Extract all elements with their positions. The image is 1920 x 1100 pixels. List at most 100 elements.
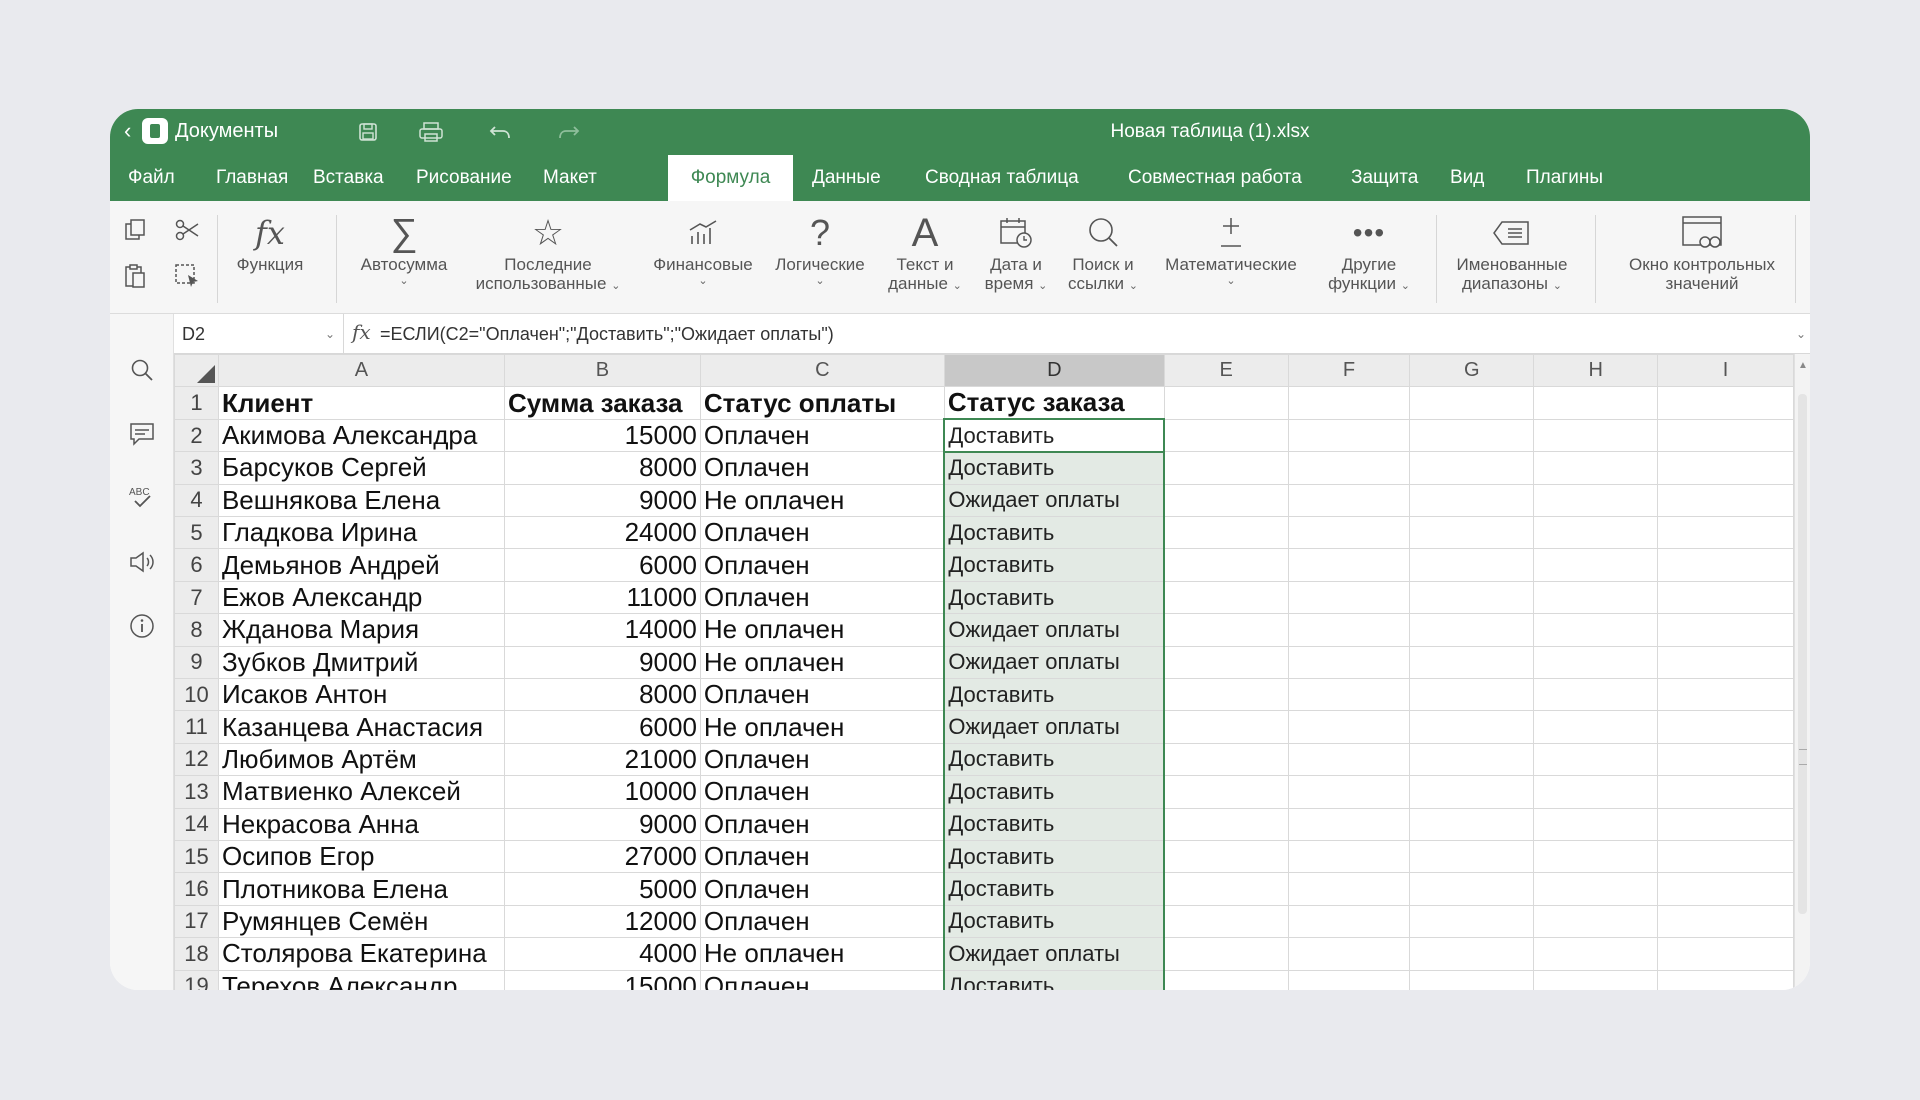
function-button[interactable]: fx Функция xyxy=(237,211,304,274)
row-header[interactable]: 1 xyxy=(174,386,219,420)
cell[interactable]: Доставить xyxy=(943,580,1166,615)
cell[interactable] xyxy=(1163,775,1289,809)
cell[interactable] xyxy=(1657,516,1794,550)
cell[interactable]: Доставить xyxy=(943,872,1166,906)
cell[interactable] xyxy=(1533,937,1659,971)
datetime-button[interactable]: Дата и время ⌄ xyxy=(976,211,1056,296)
cell[interactable] xyxy=(1287,904,1411,939)
chevron-left-icon[interactable]: ‹ xyxy=(124,120,131,142)
cell[interactable] xyxy=(1533,418,1659,453)
cell[interactable] xyxy=(1409,580,1535,615)
cell[interactable] xyxy=(1163,580,1289,615)
documents-link[interactable]: Документы xyxy=(175,120,278,143)
column-header[interactable]: A xyxy=(217,354,505,388)
watch-window-button[interactable]: Окно контрольных значений xyxy=(1612,211,1792,293)
cell[interactable] xyxy=(1163,451,1289,485)
cell[interactable]: Сумма заказа xyxy=(503,386,701,420)
select-icon[interactable] xyxy=(170,259,204,293)
cell[interactable]: Жданова Мария xyxy=(217,613,505,647)
cell[interactable]: Доставить xyxy=(943,807,1166,841)
cell[interactable]: 14000 xyxy=(503,613,701,647)
cell[interactable]: Доставить xyxy=(943,775,1166,809)
paste-icon[interactable] xyxy=(118,259,152,293)
cell[interactable]: Не оплачен xyxy=(699,710,945,744)
cell[interactable]: Оплачен xyxy=(699,839,945,874)
cell[interactable] xyxy=(1409,386,1535,420)
cell[interactable] xyxy=(1533,645,1659,680)
autosum-button[interactable]: ∑ Автосумма ⌄ xyxy=(354,211,454,288)
cell[interactable] xyxy=(1657,418,1794,453)
cell[interactable] xyxy=(1163,710,1289,744)
cell[interactable] xyxy=(1163,548,1289,582)
tab-view[interactable]: Вид xyxy=(1432,155,1502,201)
cell[interactable]: Не оплачен xyxy=(699,937,945,971)
print-icon[interactable] xyxy=(418,119,444,145)
cell[interactable] xyxy=(1409,969,1535,990)
cell[interactable]: Барсуков Сергей xyxy=(217,451,505,485)
cell[interactable] xyxy=(1163,969,1289,990)
cell[interactable]: Казанцева Анастасия xyxy=(217,710,505,744)
cell[interactable]: Доставить xyxy=(943,839,1166,874)
cell[interactable] xyxy=(1657,613,1794,647)
cell[interactable]: Осипов Егор xyxy=(217,839,505,874)
column-header[interactable]: F xyxy=(1287,354,1411,388)
row-header[interactable]: 7 xyxy=(174,580,219,615)
lookup-button[interactable]: Поиск и ссылки ⌄ xyxy=(1060,211,1146,296)
cell[interactable]: Доставить xyxy=(943,548,1166,582)
cell[interactable] xyxy=(1533,613,1659,647)
column-header[interactable]: G xyxy=(1409,354,1535,388)
cell[interactable]: 21000 xyxy=(503,742,701,777)
cell[interactable] xyxy=(1287,645,1411,680)
name-box[interactable]: D2 ⌄ xyxy=(174,314,344,354)
cell[interactable] xyxy=(1657,775,1794,809)
text-button[interactable]: A Текст и данные ⌄ xyxy=(880,211,970,296)
cell[interactable]: Клиент xyxy=(217,386,505,420)
cell[interactable] xyxy=(1409,807,1535,841)
tab-collaboration[interactable]: Совместная работа xyxy=(1110,155,1320,201)
cell[interactable] xyxy=(1409,483,1535,518)
cell[interactable] xyxy=(1409,613,1535,647)
cut-icon[interactable] xyxy=(170,213,204,247)
cell[interactable] xyxy=(1533,969,1659,990)
cell[interactable]: 15000 xyxy=(503,969,701,990)
scroll-up-icon[interactable]: ▲ xyxy=(1798,360,1808,371)
column-header-selected[interactable]: D xyxy=(943,354,1165,388)
cell[interactable]: 12000 xyxy=(503,904,701,939)
row-header[interactable]: 18 xyxy=(174,937,219,971)
cell[interactable] xyxy=(1287,807,1411,841)
vertical-scrollbar[interactable]: ▲ xyxy=(1794,354,1810,990)
cell[interactable]: Оплачен xyxy=(699,872,945,906)
cell[interactable] xyxy=(1409,451,1535,485)
cell[interactable] xyxy=(1657,548,1794,582)
row-header[interactable]: 3 xyxy=(174,451,219,485)
select-all-corner[interactable] xyxy=(174,354,219,388)
chevron-down-icon[interactable]: ⌄ xyxy=(325,314,335,354)
cell[interactable] xyxy=(1657,969,1794,990)
column-header[interactable]: H xyxy=(1533,354,1659,388)
cell[interactable] xyxy=(1163,904,1289,939)
copy-icon[interactable] xyxy=(118,213,152,247)
cell[interactable]: Доставить xyxy=(943,904,1166,939)
cell[interactable] xyxy=(1287,969,1411,990)
cell[interactable]: Не оплачен xyxy=(699,613,945,647)
cell[interactable]: 6000 xyxy=(503,548,701,582)
cell[interactable]: Не оплачен xyxy=(699,483,945,518)
row-header[interactable]: 8 xyxy=(174,613,219,647)
column-header[interactable]: C xyxy=(699,354,945,388)
cell[interactable]: Статус заказа xyxy=(943,386,1165,420)
column-header[interactable]: B xyxy=(503,354,701,388)
cell[interactable] xyxy=(1533,710,1659,744)
cell[interactable]: Доставить xyxy=(943,451,1166,485)
cell[interactable]: 9000 xyxy=(503,483,701,518)
cell[interactable]: 24000 xyxy=(503,516,701,550)
cell[interactable] xyxy=(1657,645,1794,680)
cell[interactable] xyxy=(1409,710,1535,744)
row-header[interactable]: 9 xyxy=(174,645,219,680)
cell[interactable]: 9000 xyxy=(503,645,701,680)
cell[interactable] xyxy=(1657,872,1794,906)
cell[interactable] xyxy=(1409,516,1535,550)
cell[interactable] xyxy=(1657,904,1794,939)
cell[interactable] xyxy=(1657,483,1794,518)
info-icon[interactable] xyxy=(128,612,156,640)
cell[interactable]: Ожидает оплаты xyxy=(943,710,1166,744)
